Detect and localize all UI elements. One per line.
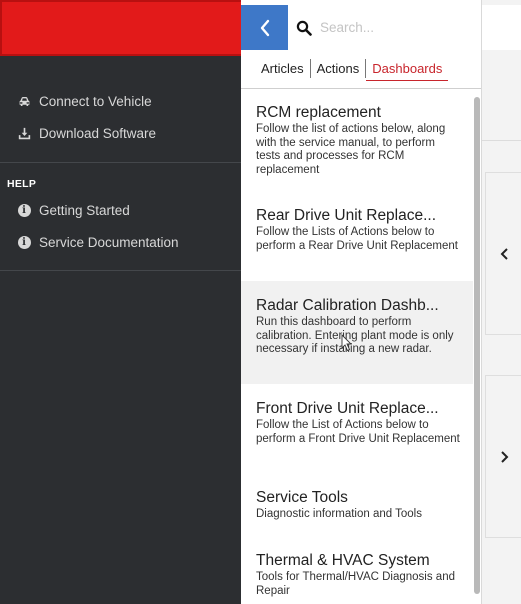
- sidebar-item-service-documentation[interactable]: i Service Documentation: [0, 226, 241, 258]
- content-edge: [481, 0, 521, 604]
- card-description: Diagnostic information and Tools: [256, 508, 422, 520]
- sidebar-item-label: Download Software: [39, 125, 157, 141]
- sidebar-item-label: Getting Started: [39, 202, 130, 218]
- help-heading: HELP: [7, 178, 37, 190]
- back-button[interactable]: [241, 5, 288, 50]
- sidebar-item-getting-started[interactable]: i Getting Started: [0, 194, 241, 226]
- chevron-left-icon: [500, 247, 508, 260]
- search-input[interactable]: [320, 20, 470, 35]
- tab-bar: Articles Actions Dashboards: [241, 58, 481, 81]
- sidebar-help-group: HELP i Getting Started i Service Documen…: [0, 174, 241, 258]
- card-description: Follow the list of actions below, along …: [256, 123, 446, 176]
- sidebar-item-download-software[interactable]: Download Software: [0, 117, 241, 149]
- dashboards-panel: Articles Actions Dashboards RCM replacem…: [241, 0, 521, 604]
- scrollbar-thumb[interactable]: [474, 97, 480, 594]
- card-title: Front Drive Unit Replace...: [256, 400, 439, 417]
- sidebar-item-connect-to-vehicle[interactable]: Connect to Vehicle: [0, 85, 241, 117]
- card-description: Tools for Thermal/HVAC Diagnosis and Rep…: [256, 571, 455, 597]
- info-icon: i: [17, 235, 31, 249]
- tab-articles[interactable]: Articles: [255, 58, 310, 80]
- tab-actions[interactable]: Actions: [311, 58, 366, 80]
- strip-divider: [482, 140, 521, 141]
- list-item[interactable]: Thermal & HVAC System Tools for Thermal/…: [241, 551, 473, 604]
- card-title: RCM replacement: [256, 104, 381, 121]
- card-title: Radar Calibration Dashb...: [256, 297, 439, 314]
- card-title: Thermal & HVAC System: [256, 552, 430, 569]
- header-strip: [482, 5, 521, 50]
- chevron-left-icon: [260, 19, 269, 36]
- list-item[interactable]: Front Drive Unit Replace... Follow the L…: [241, 399, 473, 474]
- download-icon: [17, 126, 31, 140]
- card-description: Follow the Lists of Actions below to per…: [256, 226, 458, 252]
- sidebar-main-group: Connect to Vehicle Download Software: [0, 85, 241, 149]
- info-icon: i: [17, 203, 31, 217]
- card-description: Follow the List of Actions below to perf…: [256, 419, 460, 445]
- info-icon-wrap: i: [17, 235, 31, 249]
- sidebar-item-label: Service Documentation: [39, 234, 179, 250]
- chevron-right-icon: [500, 450, 508, 463]
- card-description: Run this dashboard to perform calibratio…: [256, 316, 454, 355]
- next-button[interactable]: [485, 375, 521, 538]
- list-item[interactable]: Radar Calibration Dashb... Run this dash…: [241, 281, 473, 384]
- sidebar-divider: [0, 270, 241, 271]
- info-icon-wrap: i: [17, 203, 31, 217]
- list-item[interactable]: RCM replacement Follow the list of actio…: [241, 103, 473, 195]
- car-icon: [17, 94, 31, 108]
- list-item[interactable]: Service Tools Diagnostic information and…: [241, 488, 473, 532]
- search-icon: [296, 20, 312, 36]
- sidebar-divider: [0, 162, 241, 163]
- list-scrollbar[interactable]: [473, 89, 481, 604]
- list-item[interactable]: Rear Drive Unit Replace... Follow the Li…: [241, 206, 473, 281]
- brand-bar: [0, 0, 241, 56]
- prev-button[interactable]: [485, 172, 521, 335]
- card-title: Service Tools: [256, 489, 348, 506]
- mouse-cursor-icon: [341, 334, 353, 352]
- sidebar-item-label: Connect to Vehicle: [39, 93, 152, 109]
- dashboard-list: RCM replacement Follow the list of actio…: [241, 89, 481, 604]
- card-title: Rear Drive Unit Replace...: [256, 207, 437, 224]
- sidebar: Connect to Vehicle Download Software HEL…: [0, 0, 241, 604]
- app-root: Connect to Vehicle Download Software HEL…: [0, 0, 521, 604]
- tab-dashboards[interactable]: Dashboards: [366, 58, 449, 81]
